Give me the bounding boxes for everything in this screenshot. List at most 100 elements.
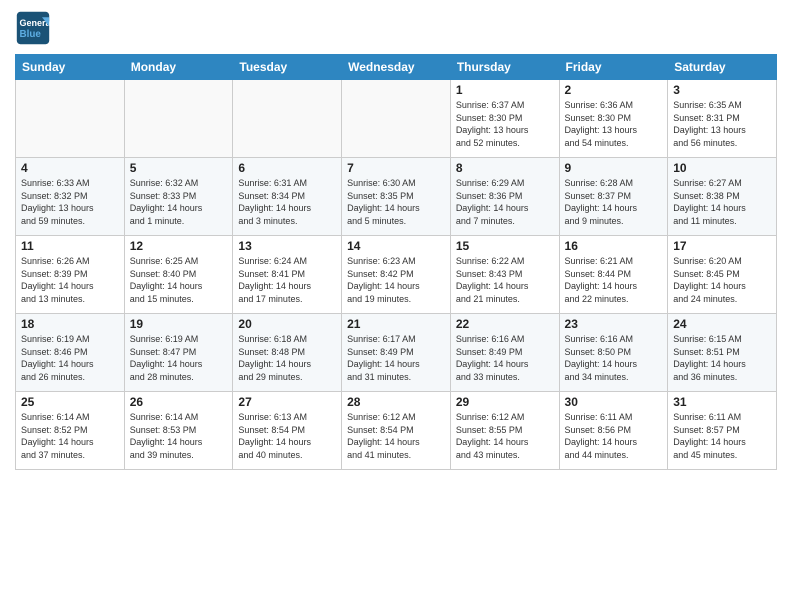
day-info: Sunrise: 6:15 AM Sunset: 8:51 PM Dayligh… (673, 333, 771, 383)
day-number: 23 (565, 317, 663, 331)
day-number: 20 (238, 317, 336, 331)
day-number: 27 (238, 395, 336, 409)
calendar-cell: 2 Sunrise: 6:36 AM Sunset: 8:30 PM Daylig… (559, 80, 668, 158)
calendar-cell: 10 Sunrise: 6:27 AM Sunset: 8:38 PM Dayli… (668, 158, 777, 236)
day-number: 2 (565, 83, 663, 97)
day-info: Sunrise: 6:17 AM Sunset: 8:49 PM Dayligh… (347, 333, 445, 383)
day-info: Sunrise: 6:33 AM Sunset: 8:32 PM Dayligh… (21, 177, 119, 227)
day-number: 10 (673, 161, 771, 175)
day-number: 15 (456, 239, 554, 253)
calendar-cell: 5 Sunrise: 6:32 AM Sunset: 8:33 PM Daylig… (124, 158, 233, 236)
calendar-cell: 9 Sunrise: 6:28 AM Sunset: 8:37 PM Daylig… (559, 158, 668, 236)
day-info: Sunrise: 6:35 AM Sunset: 8:31 PM Dayligh… (673, 99, 771, 149)
calendar-week-3: 11Sunrise: 6:26 AM Sunset: 8:39 PM Dayli… (16, 236, 777, 314)
calendar-cell: 1 Sunrise: 6:37 AM Sunset: 8:30 PM Daylig… (450, 80, 559, 158)
day-info: Sunrise: 6:12 AM Sunset: 8:55 PM Dayligh… (456, 411, 554, 461)
day-info: Sunrise: 6:22 AM Sunset: 8:43 PM Dayligh… (456, 255, 554, 305)
day-number: 28 (347, 395, 445, 409)
calendar-cell: 14 Sunrise: 6:23 AM Sunset: 8:42 PM Dayli… (342, 236, 451, 314)
day-info: Sunrise: 6:31 AM Sunset: 8:34 PM Dayligh… (238, 177, 336, 227)
day-header-wednesday: Wednesday (342, 55, 451, 80)
calendar-cell: 29Sunrise: 6:12 AM Sunset: 8:55 PM Dayli… (450, 392, 559, 470)
day-header-tuesday: Tuesday (233, 55, 342, 80)
day-info: Sunrise: 6:27 AM Sunset: 8:38 PM Dayligh… (673, 177, 771, 227)
calendar-cell (124, 80, 233, 158)
day-number: 6 (238, 161, 336, 175)
calendar-cell: 8 Sunrise: 6:29 AM Sunset: 8:36 PM Daylig… (450, 158, 559, 236)
day-info: Sunrise: 6:37 AM Sunset: 8:30 PM Dayligh… (456, 99, 554, 149)
calendar-week-5: 25 Sunrise: 6:14 AM Sunset: 8:52 PM Dayli… (16, 392, 777, 470)
calendar-week-1: 1 Sunrise: 6:37 AM Sunset: 8:30 PM Daylig… (16, 80, 777, 158)
day-info: Sunrise: 6:23 AM Sunset: 8:42 PM Dayligh… (347, 255, 445, 305)
calendar-cell: 16 Sunrise: 6:21 AM Sunset: 8:44 PM Dayli… (559, 236, 668, 314)
day-number: 5 (130, 161, 228, 175)
day-info: Sunrise: 6:11 AM Sunset: 8:57 PM Dayligh… (673, 411, 771, 461)
day-number: 14 (347, 239, 445, 253)
day-number: 16 (565, 239, 663, 253)
svg-text:Blue: Blue (20, 29, 42, 40)
day-info: Sunrise: 6:11 AM Sunset: 8:56 PM Dayligh… (565, 411, 663, 461)
day-number: 24 (673, 317, 771, 331)
header: General Blue (15, 10, 777, 46)
day-info: Sunrise: 6:19 AM Sunset: 8:47 PM Dayligh… (130, 333, 228, 383)
day-info: Sunrise: 6:25 AM Sunset: 8:40 PM Dayligh… (130, 255, 228, 305)
day-info: Sunrise: 6:28 AM Sunset: 8:37 PM Dayligh… (565, 177, 663, 227)
logo: General Blue (15, 10, 51, 46)
calendar-cell: 12 Sunrise: 6:25 AM Sunset: 8:40 PM Dayli… (124, 236, 233, 314)
calendar-cell (16, 80, 125, 158)
day-info: Sunrise: 6:14 AM Sunset: 8:53 PM Dayligh… (130, 411, 228, 461)
day-number: 22 (456, 317, 554, 331)
calendar-header-row: SundayMondayTuesdayWednesdayThursdayFrid… (16, 55, 777, 80)
day-header-sunday: Sunday (16, 55, 125, 80)
day-number: 19 (130, 317, 228, 331)
calendar-cell: 23 Sunrise: 6:16 AM Sunset: 8:50 PM Dayli… (559, 314, 668, 392)
day-number: 8 (456, 161, 554, 175)
day-number: 26 (130, 395, 228, 409)
calendar-cell: 6 Sunrise: 6:31 AM Sunset: 8:34 PM Daylig… (233, 158, 342, 236)
day-number: 31 (673, 395, 771, 409)
calendar-week-4: 18 Sunrise: 6:19 AM Sunset: 8:46 PM Dayli… (16, 314, 777, 392)
calendar-cell: 19 Sunrise: 6:19 AM Sunset: 8:47 PM Dayli… (124, 314, 233, 392)
calendar-cell: 31 Sunrise: 6:11 AM Sunset: 8:57 PM Dayli… (668, 392, 777, 470)
day-header-friday: Friday (559, 55, 668, 80)
day-number: 1 (456, 83, 554, 97)
day-info: Sunrise: 6:20 AM Sunset: 8:45 PM Dayligh… (673, 255, 771, 305)
day-number: 9 (565, 161, 663, 175)
day-number: 18 (21, 317, 119, 331)
day-header-saturday: Saturday (668, 55, 777, 80)
day-header-thursday: Thursday (450, 55, 559, 80)
calendar-cell: 20 Sunrise: 6:18 AM Sunset: 8:48 PM Dayli… (233, 314, 342, 392)
day-info: Sunrise: 6:12 AM Sunset: 8:54 PM Dayligh… (347, 411, 445, 461)
day-info: Sunrise: 6:30 AM Sunset: 8:35 PM Dayligh… (347, 177, 445, 227)
calendar-cell: 17 Sunrise: 6:20 AM Sunset: 8:45 PM Dayli… (668, 236, 777, 314)
day-info: Sunrise: 6:14 AM Sunset: 8:52 PM Dayligh… (21, 411, 119, 461)
day-number: 4 (21, 161, 119, 175)
day-info: Sunrise: 6:16 AM Sunset: 8:50 PM Dayligh… (565, 333, 663, 383)
day-number: 17 (673, 239, 771, 253)
calendar-cell: 22Sunrise: 6:16 AM Sunset: 8:49 PM Dayli… (450, 314, 559, 392)
calendar-cell (342, 80, 451, 158)
calendar-cell (233, 80, 342, 158)
day-number: 25 (21, 395, 119, 409)
calendar-cell: 3 Sunrise: 6:35 AM Sunset: 8:31 PM Daylig… (668, 80, 777, 158)
day-info: Sunrise: 6:36 AM Sunset: 8:30 PM Dayligh… (565, 99, 663, 149)
day-info: Sunrise: 6:19 AM Sunset: 8:46 PM Dayligh… (21, 333, 119, 383)
day-number: 12 (130, 239, 228, 253)
calendar-cell: 11Sunrise: 6:26 AM Sunset: 8:39 PM Dayli… (16, 236, 125, 314)
calendar-table: SundayMondayTuesdayWednesdayThursdayFrid… (15, 54, 777, 470)
calendar-cell: 13Sunrise: 6:24 AM Sunset: 8:41 PM Dayli… (233, 236, 342, 314)
day-info: Sunrise: 6:24 AM Sunset: 8:41 PM Dayligh… (238, 255, 336, 305)
logo-icon: General Blue (15, 10, 51, 46)
day-info: Sunrise: 6:26 AM Sunset: 8:39 PM Dayligh… (21, 255, 119, 305)
day-info: Sunrise: 6:18 AM Sunset: 8:48 PM Dayligh… (238, 333, 336, 383)
calendar-week-2: 4 Sunrise: 6:33 AM Sunset: 8:32 PM Daylig… (16, 158, 777, 236)
day-info: Sunrise: 6:29 AM Sunset: 8:36 PM Dayligh… (456, 177, 554, 227)
day-info: Sunrise: 6:13 AM Sunset: 8:54 PM Dayligh… (238, 411, 336, 461)
calendar-cell: 18 Sunrise: 6:19 AM Sunset: 8:46 PM Dayli… (16, 314, 125, 392)
calendar-cell: 28 Sunrise: 6:12 AM Sunset: 8:54 PM Dayli… (342, 392, 451, 470)
day-info: Sunrise: 6:21 AM Sunset: 8:44 PM Dayligh… (565, 255, 663, 305)
calendar-cell: 26 Sunrise: 6:14 AM Sunset: 8:53 PM Dayli… (124, 392, 233, 470)
day-info: Sunrise: 6:32 AM Sunset: 8:33 PM Dayligh… (130, 177, 228, 227)
page-container: General Blue SundayMondayTuesdayWednesda… (0, 0, 792, 475)
day-number: 3 (673, 83, 771, 97)
